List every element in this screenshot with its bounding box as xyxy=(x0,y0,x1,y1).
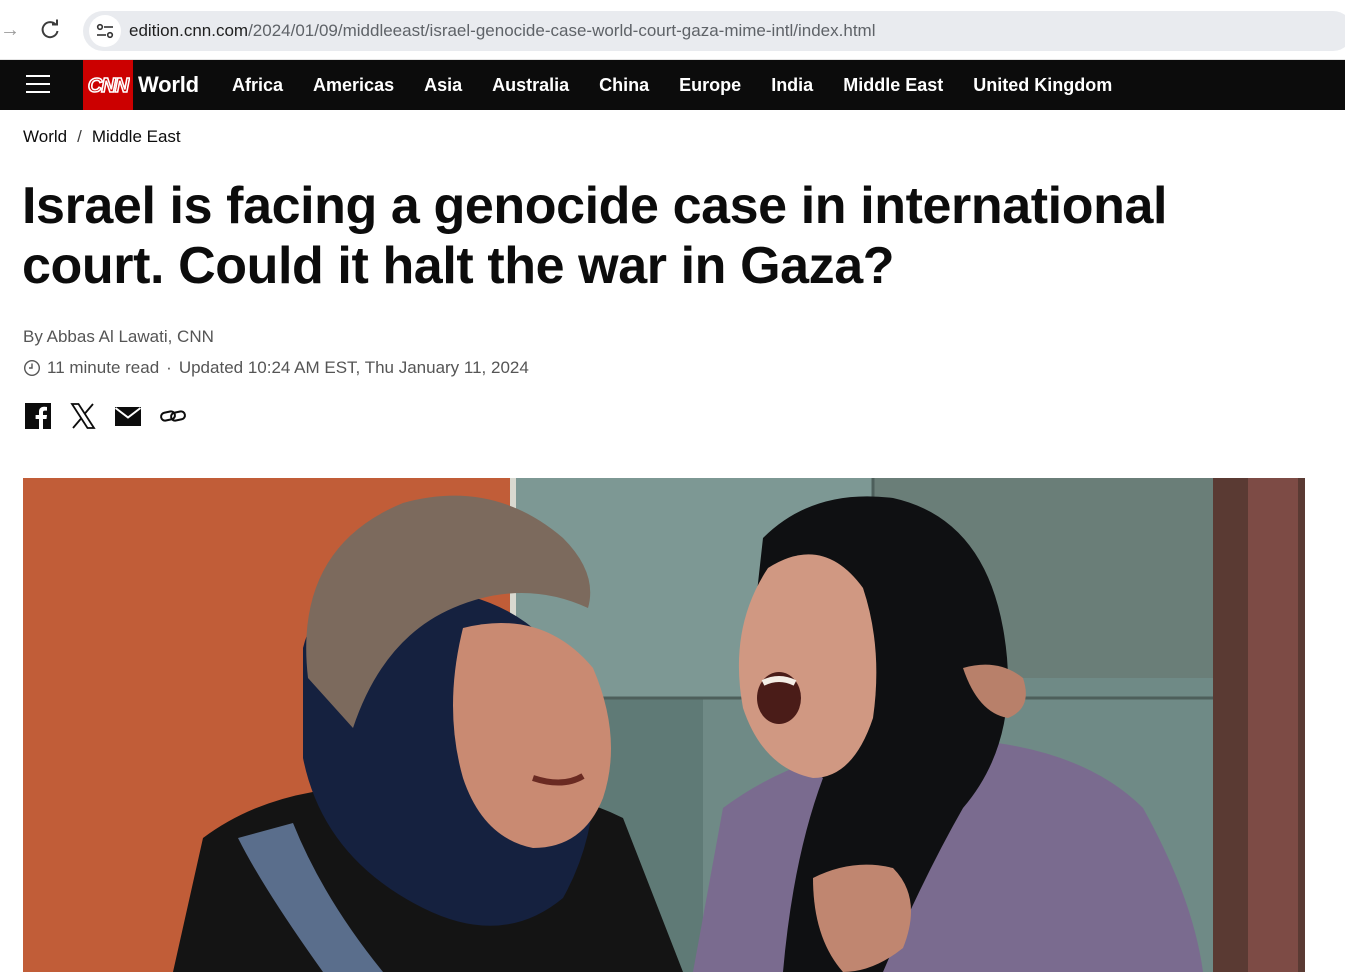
email-icon[interactable] xyxy=(114,402,142,430)
nav-item-africa[interactable]: Africa xyxy=(217,60,298,110)
byline: By Abbas Al Lawati, CNN xyxy=(23,327,214,347)
url-host: edition.cnn.com xyxy=(129,21,249,40)
breadcrumb-item-world[interactable]: World xyxy=(23,127,67,147)
nav-item-asia[interactable]: Asia xyxy=(409,60,477,110)
svg-text:CNN: CNN xyxy=(88,75,130,97)
address-bar[interactable]: edition.cnn.com/2024/01/09/middleeast/is… xyxy=(83,11,1345,51)
facebook-icon[interactable] xyxy=(24,402,52,430)
cnn-logo-mark: CNN xyxy=(87,74,130,97)
breadcrumb-separator: / xyxy=(77,127,82,146)
nav-item-united-kingdom[interactable]: United Kingdom xyxy=(958,60,1127,110)
browser-toolbar: → edition.cnn.com/2024/01/09/middleeast/… xyxy=(0,0,1345,60)
clock-icon xyxy=(23,359,41,377)
nav-item-europe[interactable]: Europe xyxy=(664,60,756,110)
site-navbar: CNN World Africa Americas Asia Australia Chi… xyxy=(0,60,1345,110)
hero-photo xyxy=(23,478,1305,972)
article-meta: 11 minute read · Updated 10:24 AM EST, T… xyxy=(23,357,529,379)
meta-separator: · xyxy=(166,358,172,377)
nav-item-china[interactable]: China xyxy=(584,60,664,110)
nav-item-india[interactable]: India xyxy=(756,60,828,110)
reload-icon[interactable] xyxy=(38,18,62,42)
x-icon[interactable] xyxy=(69,402,97,430)
share-bar xyxy=(24,402,204,430)
nav-item-middle-east[interactable]: Middle East xyxy=(828,60,958,110)
hero-image[interactable] xyxy=(23,478,1305,972)
article-headline: Israel is facing a genocide case in inte… xyxy=(22,177,1168,295)
author-link[interactable]: Abbas Al Lawati, CNN xyxy=(47,327,214,346)
byline-prefix: By xyxy=(23,327,47,346)
forward-icon[interactable]: → xyxy=(0,19,20,41)
url-text[interactable]: edition.cnn.com/2024/01/09/middleeast/is… xyxy=(129,11,875,51)
menu-icon[interactable] xyxy=(26,73,50,95)
read-time: 11 minute read xyxy=(47,358,160,377)
cnn-logo[interactable]: CNN xyxy=(83,60,133,110)
section-nav: Africa Americas Asia Australia China Europe In… xyxy=(217,60,1127,110)
breadcrumb-item-middle-east[interactable]: Middle East xyxy=(92,127,181,147)
nav-item-australia[interactable]: Australia xyxy=(477,60,584,110)
url-path: /2024/01/09/middleeast/israel-genocide-c… xyxy=(248,21,876,40)
link-icon[interactable] xyxy=(159,402,187,430)
nav-item-americas[interactable]: Americas xyxy=(298,60,409,110)
breadcrumb: World / Middle East xyxy=(23,126,181,148)
section-title[interactable]: World xyxy=(138,60,199,110)
updated-timestamp: Updated 10:24 AM EST, Thu January 11, 20… xyxy=(178,358,529,377)
site-info-icon[interactable] xyxy=(89,15,121,47)
